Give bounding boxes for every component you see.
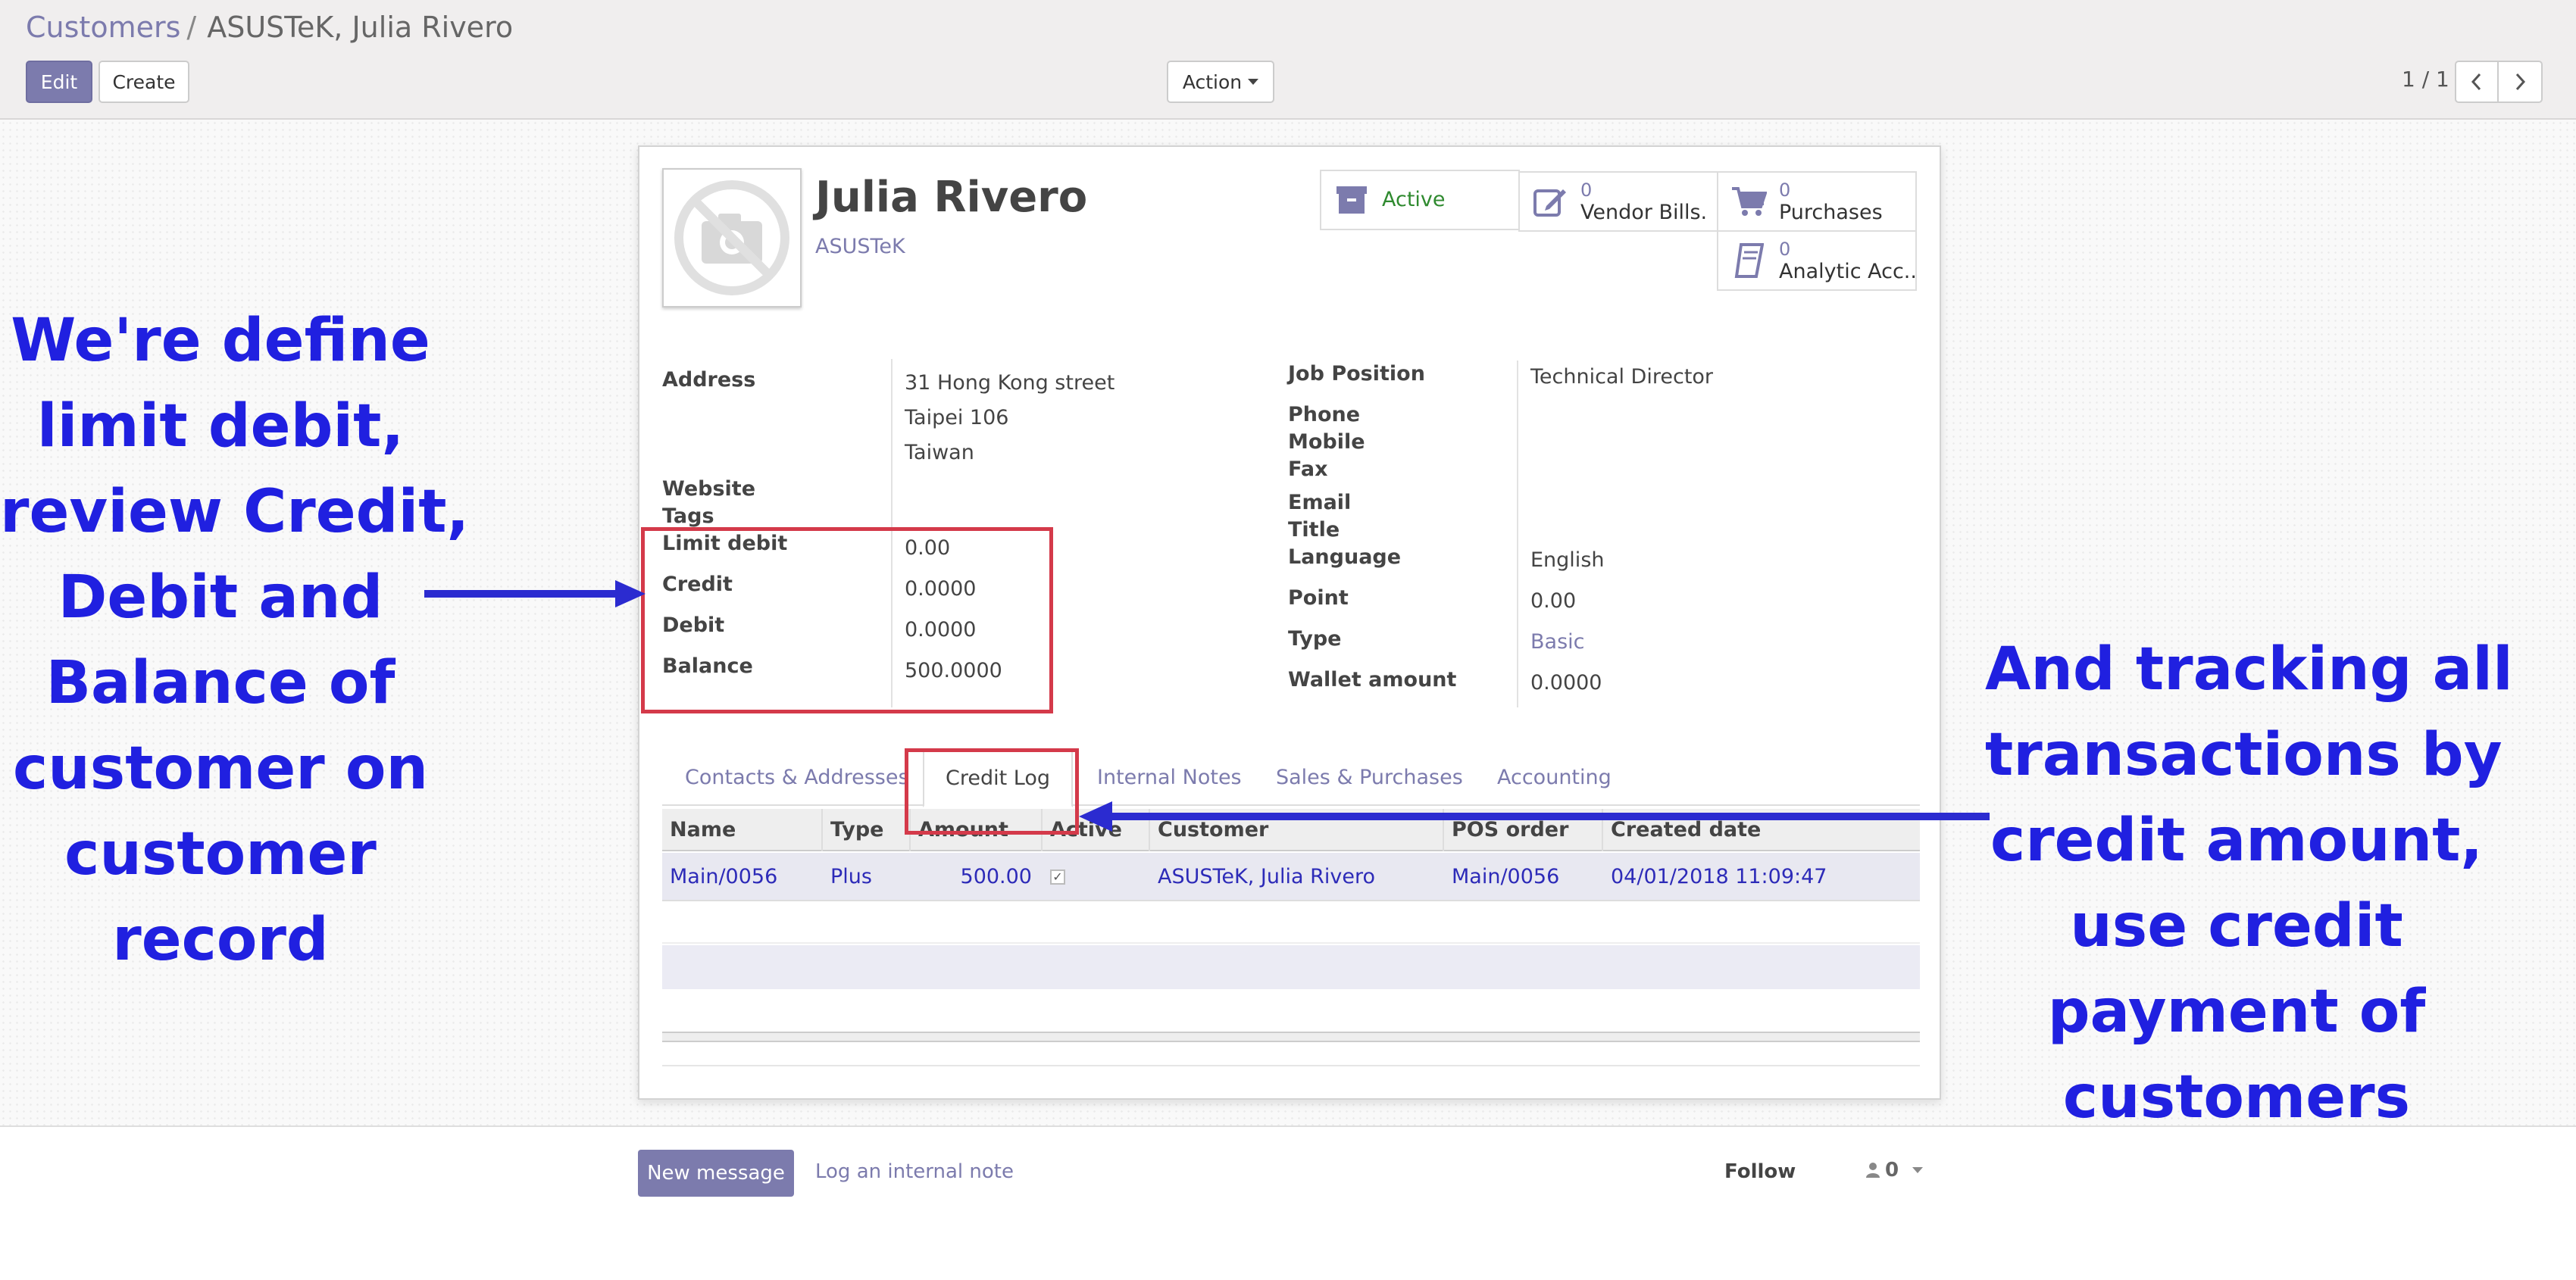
- arrow-right-icon: [1079, 801, 1990, 832]
- breadcrumb: Customers / ASUSTeK, Julia Rivero: [26, 11, 513, 44]
- followers-dropdown[interactable]: 0: [1865, 1159, 1924, 1182]
- breadcrumb-current: ASUSTeK, Julia Rivero: [207, 11, 514, 44]
- action-label: Action: [1182, 70, 1243, 93]
- action-dropdown[interactable]: Action: [1167, 61, 1274, 103]
- pager-previous-button[interactable]: [2455, 61, 2499, 103]
- create-button[interactable]: Create: [98, 61, 189, 103]
- breadcrumb-separator: /: [186, 11, 197, 44]
- follow-button[interactable]: Follow: [1724, 1160, 1796, 1183]
- breadcrumb-customers-link[interactable]: Customers: [26, 11, 180, 44]
- chevron-left-icon: [2471, 73, 2481, 91]
- annotation-arrows: [424, 580, 1990, 832]
- form-content-area: We're define limit debit, review Credit,…: [0, 120, 2576, 1132]
- new-message-button[interactable]: New message: [638, 1150, 794, 1197]
- log-internal-note-link[interactable]: Log an internal note: [815, 1160, 1014, 1183]
- followers-count: 0: [1885, 1159, 1899, 1182]
- user-icon: [1866, 1163, 1880, 1178]
- edit-button[interactable]: Edit: [26, 61, 92, 103]
- caret-down-icon: [1912, 1167, 1924, 1173]
- caret-down-icon: [1248, 79, 1259, 85]
- arrow-left-icon: [424, 580, 646, 607]
- pager-next-button[interactable]: [2497, 61, 2543, 103]
- control-panel: Customers / ASUSTeK, Julia Rivero Edit Cre…: [0, 0, 2576, 120]
- pager-value: 1 / 1: [2402, 67, 2449, 92]
- chevron-right-icon: [2515, 73, 2526, 91]
